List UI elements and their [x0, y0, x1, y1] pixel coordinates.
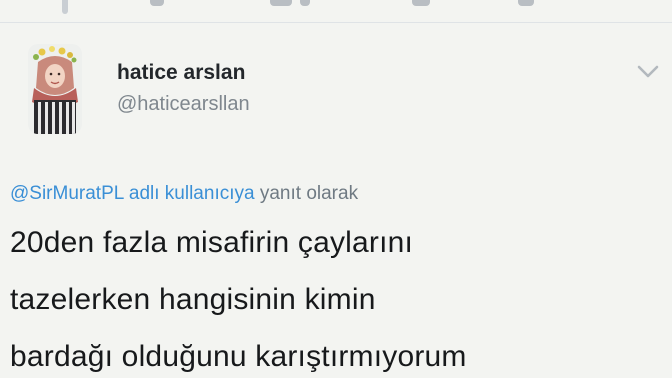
previous-tweet-edge: [0, 0, 672, 14]
retweet-count: [300, 0, 310, 6]
reply-mention-link[interactable]: @SirMuratPL adlı kullanıcıya: [10, 183, 255, 204]
thread-line: [62, 0, 68, 14]
avatar-image: [32, 46, 78, 134]
tweet-divider: [0, 22, 672, 23]
tweet-text-line: 20den fazla misafirin çaylarını: [10, 226, 414, 259]
retweet-icon[interactable]: [270, 0, 292, 6]
reply-context-suffix: yanıt olarak: [259, 183, 359, 204]
chevron-down-icon[interactable]: [636, 64, 660, 80]
author-name[interactable]: hatice arslan: [117, 61, 245, 85]
reply-icon[interactable]: [150, 0, 164, 6]
avatar[interactable]: [28, 44, 82, 134]
tweet-text-line: bardağı olduğunu karıştırmıyorum: [10, 340, 467, 373]
like-icon[interactable]: [412, 0, 430, 6]
author-handle[interactable]: @haticearsllan: [117, 93, 250, 116]
reply-context: @SirMuratPL adlı kullanıcıya yanıt olara…: [10, 183, 358, 205]
share-icon[interactable]: [518, 0, 534, 6]
tweet-text-line: tazelerken hangisinin kimin: [10, 283, 376, 316]
